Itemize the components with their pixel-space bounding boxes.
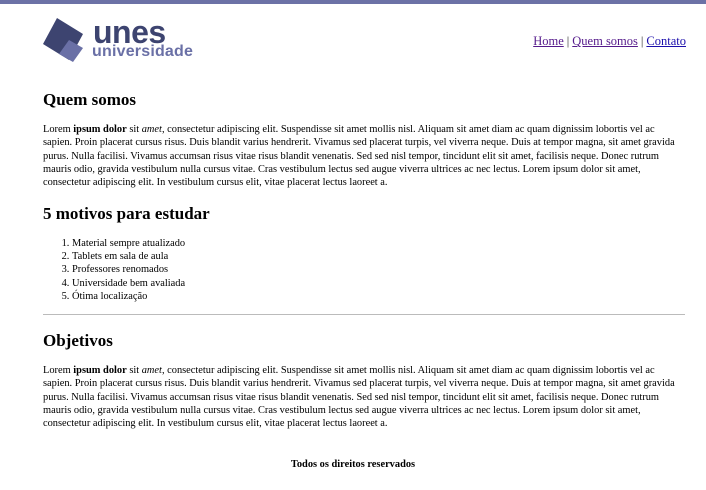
about-text-italic: amet <box>141 124 162 135</box>
list-item: Professores renomados <box>72 263 185 276</box>
goals-text-bold: ipsum dolor <box>73 365 127 376</box>
list-item: Ótima localização <box>72 290 185 303</box>
list-item: Material sempre atualizado <box>72 237 185 250</box>
goals-heading: Objetivos <box>43 331 113 350</box>
nav-link-contact[interactable]: Contato <box>646 34 686 48</box>
footer-copyright: Todos os direitos reservados <box>290 459 416 470</box>
about-text-mid: sit <box>126 124 142 135</box>
about-heading: Quem somos <box>43 90 137 109</box>
nav-separator: | <box>640 34 644 48</box>
about-text-start: Lorem <box>43 124 74 135</box>
section-divider <box>43 314 685 315</box>
site-header: unes universidade Home | Quem somos | Contat… <box>0 4 706 66</box>
nav-link-about[interactable]: Quem somos <box>572 34 638 48</box>
logo-diamond-icon <box>43 18 83 62</box>
logo-subtitle: universidade <box>92 43 194 60</box>
reasons-heading: 5 motivos para estudar <box>43 204 210 223</box>
site-logo[interactable]: unes universidade <box>43 14 213 66</box>
nav-link-home[interactable]: Home <box>533 34 564 48</box>
goals-text-italic: amet <box>141 365 162 376</box>
list-item: Universidade bem avaliada <box>72 277 185 290</box>
about-paragraph: Lorem ipsum dolor sit amet, consectetur … <box>43 123 685 189</box>
nav-separator: | <box>566 34 570 48</box>
list-item: Tablets em sala de aula <box>72 250 185 263</box>
goals-text-start: Lorem <box>43 365 74 376</box>
goals-text-mid: sit <box>126 365 142 376</box>
goals-paragraph: Lorem ipsum dolor sit amet, consectetur … <box>43 364 685 430</box>
about-text-bold: ipsum dolor <box>73 124 127 135</box>
main-nav: Home | Quem somos | Contato <box>533 34 686 49</box>
reasons-list: Material sempre atualizado Tablets em sa… <box>43 237 185 303</box>
